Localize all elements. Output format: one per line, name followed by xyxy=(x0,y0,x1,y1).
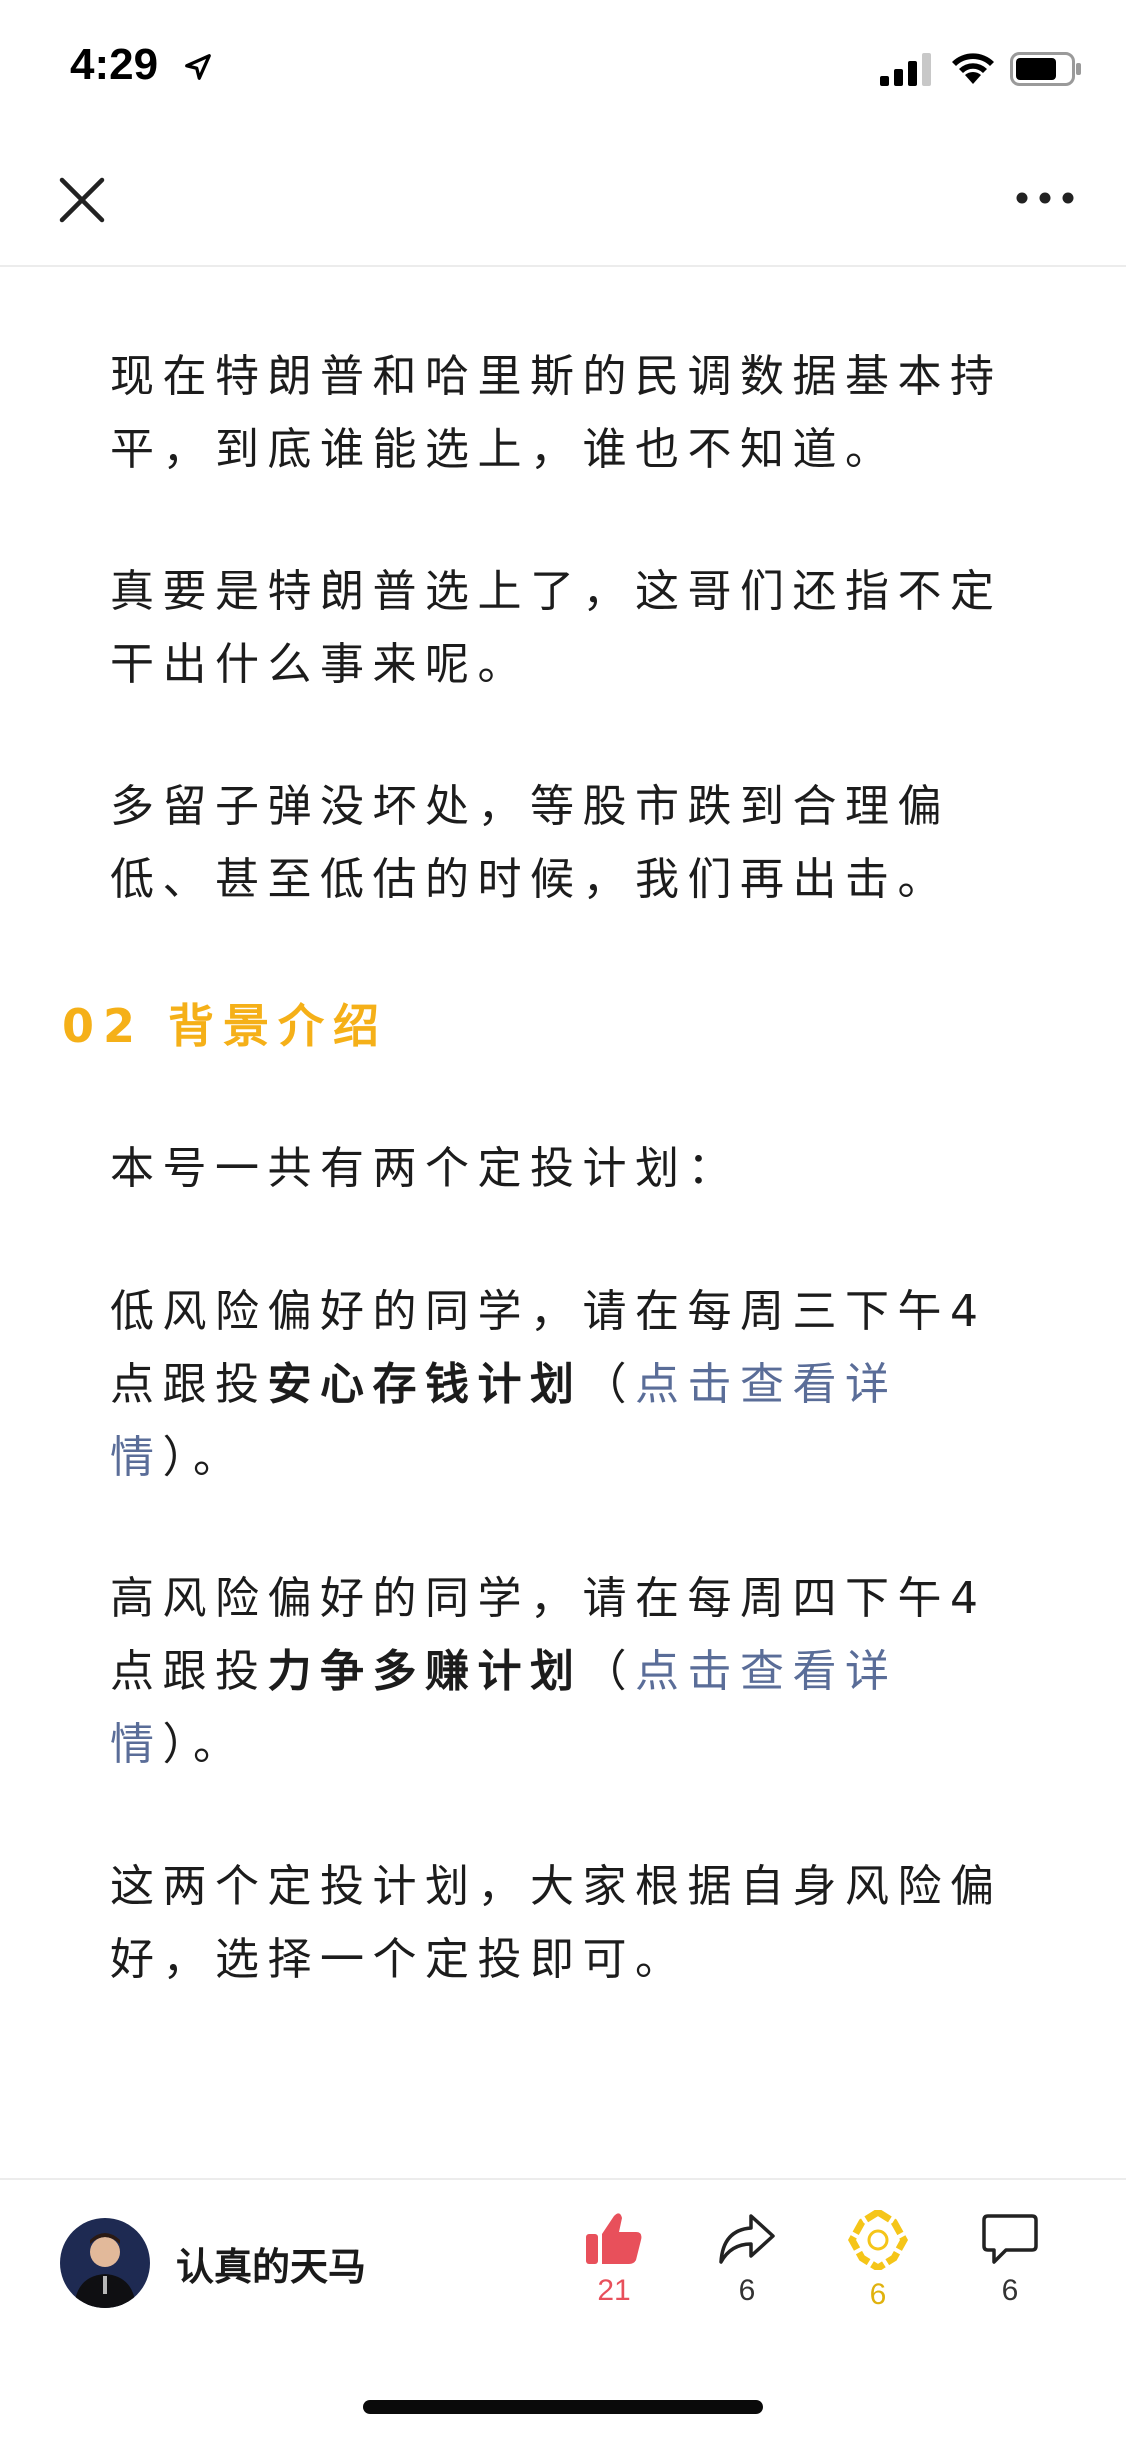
location-arrow-icon xyxy=(185,54,211,80)
nav-bar xyxy=(0,140,1126,267)
more-icon[interactable] xyxy=(1010,178,1080,218)
comment-icon xyxy=(982,2214,1038,2264)
paragraph: 现在特朗普和哈里斯的民调数据基本持平，到底谁能选上，谁也不知道。 xyxy=(110,351,1003,475)
comment-count: 6 xyxy=(1001,2274,1019,2307)
plan-name: 力争多赚计划 xyxy=(267,1646,583,1697)
cellular-signal-icon xyxy=(880,53,931,86)
thumbs-up-icon xyxy=(586,2213,642,2264)
status-bar: 4:29 xyxy=(0,0,1126,140)
comment-button[interactable]: 6 xyxy=(965,2210,1055,2320)
paragraph: 多留子弹没坏处，等股市跌到合理偏低、甚至低估的时候，我们再出击。 xyxy=(110,781,950,905)
section-number: 02 xyxy=(62,999,145,1053)
paragraph: 真要是特朗普选上了，这哥们还指不定干出什么事来呢。 xyxy=(110,566,1003,690)
plan-paragraph-low-risk: 低风险偏好的同学，请在每周三下午4点跟投安心存钱计划（点击查看详情）。 xyxy=(110,1275,1020,1494)
wow-count: 6 xyxy=(869,2278,887,2311)
plan-paragraph-high-risk: 高风险偏好的同学，请在每周四下午4点跟投力争多赚计划（点击查看详情）。 xyxy=(110,1562,1020,1781)
share-count: 6 xyxy=(738,2274,756,2307)
like-count: 21 xyxy=(597,2274,631,2307)
author-name[interactable]: 认真的天马 xyxy=(176,2236,366,2291)
paragraph: 这两个定投计划，大家根据自身风险偏好，选择一个定投即可。 xyxy=(110,1861,1003,1985)
paragraph: 本号一共有两个定投计划： xyxy=(110,1143,740,1194)
wow-icon xyxy=(848,2210,908,2270)
section-heading: 02 背景介绍 xyxy=(62,990,388,1056)
plan-name: 安心存钱计划 xyxy=(267,1359,583,1410)
author-avatar[interactable] xyxy=(60,2218,150,2308)
bracket-open: （ xyxy=(582,1359,635,1410)
bracket-open: （ xyxy=(582,1646,635,1697)
share-button[interactable]: 6 xyxy=(702,2210,792,2320)
bracket-close: ）。 xyxy=(162,1432,246,1483)
home-indicator[interactable] xyxy=(363,2400,763,2414)
status-time: 4:29 xyxy=(70,40,159,89)
like-button[interactable]: 21 xyxy=(569,2210,659,2320)
section-title: 背景介绍 xyxy=(168,999,389,1053)
share-icon xyxy=(719,2214,775,2264)
close-icon[interactable] xyxy=(52,170,112,230)
bottom-bar: 认真的天马 21 6 6 6 xyxy=(0,2178,1126,2438)
bracket-close: ）。 xyxy=(162,1719,246,1770)
wifi-icon xyxy=(952,53,994,84)
battery-icon xyxy=(1010,52,1081,86)
wow-button[interactable]: 6 xyxy=(833,2210,923,2320)
avatar-image xyxy=(60,2218,150,2308)
